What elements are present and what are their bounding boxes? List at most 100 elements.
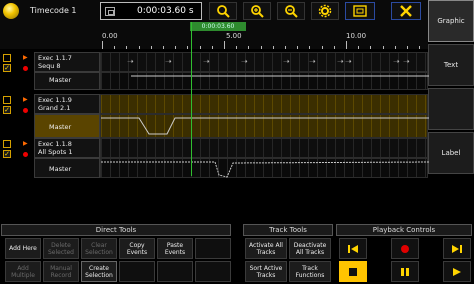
pause-button[interactable] <box>391 261 419 282</box>
playback-controls-title: Playback Controls <box>336 224 472 236</box>
track2-master-label: Master <box>34 114 100 138</box>
pause-icon <box>401 267 409 276</box>
direct-tools-title: Direct Tools <box>1 224 231 236</box>
cue-marker[interactable]: ➝ <box>337 57 344 66</box>
track-functions-button[interactable]: Track Functions <box>289 261 331 282</box>
ruler-tick <box>224 41 225 49</box>
track3-select-toggle[interactable] <box>3 140 11 148</box>
track1-select-toggle[interactable] <box>3 54 11 62</box>
create-selection-button[interactable]: Create Selection <box>81 261 117 282</box>
ruler-tick <box>297 46 299 49</box>
tab-empty[interactable] <box>428 88 474 130</box>
paste-events-button[interactable]: Paste Events <box>157 238 193 259</box>
ruler-tick <box>346 41 347 49</box>
track1-checkbox[interactable]: ✓ <box>3 64 11 72</box>
tab-text[interactable]: Text <box>428 44 474 86</box>
track3-master-curve <box>101 161 429 178</box>
deactivate-all-tracks-button[interactable]: Deactivate All Tracks <box>289 238 331 259</box>
track2-name[interactable]: Exec 1.1.9 Grand 2.1 <box>34 94 100 114</box>
timecode-display[interactable]: 0:00:03.60 s <box>100 2 202 20</box>
delete-selected-button[interactable]: Delete Selected <box>43 238 79 259</box>
manual-record-button[interactable]: Manual Record <box>43 261 79 282</box>
timecode-window-icon <box>105 7 115 16</box>
zoom-in-button[interactable] <box>243 2 271 20</box>
tab-graphic[interactable]: Graphic <box>428 0 474 42</box>
tab-label[interactable]: Label <box>428 132 474 174</box>
add-multiple-button[interactable]: Add Multiple <box>5 261 41 282</box>
ruler-tick <box>236 46 238 49</box>
ruler-tick <box>248 46 250 49</box>
activate-all-tracks-button[interactable]: Activate All Tracks <box>245 238 287 259</box>
track3-name[interactable]: Exec 1.1.8 All Spots 1 <box>34 138 100 158</box>
ruler-tick <box>102 41 103 49</box>
ruler-tick <box>272 46 274 49</box>
track1-name[interactable]: Exec 1.1.7 Sequ 8 <box>34 52 100 72</box>
cue-marker[interactable]: ➝ <box>241 57 248 66</box>
ruler-tick <box>163 46 164 49</box>
sort-active-tracks-button[interactable]: Sort Active Tracks <box>245 261 287 282</box>
direct-tools-empty-slot <box>195 238 231 259</box>
track1-master-lane[interactable] <box>100 72 429 90</box>
skip-forward-button[interactable] <box>443 238 471 259</box>
track1-play-icon[interactable]: ▶ <box>23 54 28 61</box>
ruler-tick <box>358 46 360 49</box>
settings-button[interactable] <box>311 2 339 20</box>
skip-back-button[interactable] <box>339 238 367 259</box>
status-orb-icon[interactable] <box>3 3 19 19</box>
track1-record-icon[interactable] <box>23 66 28 71</box>
cue-marker[interactable]: ➝ <box>345 57 352 66</box>
cue-marker[interactable]: ➝ <box>403 57 410 66</box>
track3-record-icon[interactable] <box>23 152 28 157</box>
record-icon <box>401 244 409 253</box>
track3-checkbox[interactable]: ✓ <box>3 150 11 158</box>
ruler-tick <box>175 46 177 49</box>
ruler-tick <box>419 46 421 49</box>
track3-master-lane[interactable] <box>100 158 429 178</box>
cue-marker[interactable]: ➝ <box>203 57 210 66</box>
record-button[interactable] <box>391 238 419 259</box>
zoom-fit-button[interactable] <box>209 2 237 20</box>
track3-lane[interactable] <box>100 138 428 158</box>
cue-marker[interactable]: ➝ <box>165 57 172 66</box>
cue-marker[interactable]: ➝ <box>393 57 400 66</box>
track2-lane[interactable] <box>100 94 428 114</box>
ruler-tick <box>199 46 201 49</box>
playhead-time-label[interactable]: 0:00:03.60 <box>190 22 246 31</box>
track2-master-curve <box>101 117 429 135</box>
window-button[interactable] <box>345 2 375 20</box>
ruler-label-0: 0.00 <box>102 32 118 40</box>
ruler-tick <box>321 46 323 49</box>
ruler-tick <box>407 46 408 49</box>
copy-events-button[interactable]: Copy Events <box>119 238 155 259</box>
cue-marker[interactable]: ➝ <box>283 57 290 66</box>
track2-checkbox[interactable]: ✓ <box>3 106 11 114</box>
ruler-tick <box>370 46 372 49</box>
track2-select-toggle[interactable] <box>3 96 11 104</box>
ruler-tick <box>309 46 311 49</box>
ruler-label-5: 5.00 <box>226 32 242 40</box>
play-button[interactable] <box>443 261 471 282</box>
cue-marker[interactable]: ➝ <box>127 57 134 66</box>
right-panel-spacer <box>428 176 474 224</box>
track2-master-lane[interactable] <box>100 114 429 138</box>
stop-button[interactable] <box>339 261 367 282</box>
clear-selection-button[interactable]: Clear Selection <box>81 238 117 259</box>
close-button[interactable] <box>391 2 421 20</box>
ruler-tick <box>260 46 262 49</box>
track1-lane[interactable]: ➝ ➝ ➝ ➝ ➝ ➝ ➝ ➝ ➝ ➝ <box>100 52 428 72</box>
ruler-tick <box>187 46 189 49</box>
close-icon <box>400 5 412 17</box>
track2-sequence: Grand 2.1 <box>38 104 71 112</box>
ruler-tick <box>138 46 140 49</box>
ruler-tick <box>126 46 128 49</box>
track2-play-icon[interactable]: ▶ <box>23 96 28 103</box>
cue-marker[interactable]: ➝ <box>309 57 316 66</box>
track3-play-icon[interactable]: ▶ <box>23 140 28 147</box>
timecode-title: Timecode 1 <box>30 6 77 15</box>
zoom-out-button[interactable] <box>277 2 305 20</box>
add-here-button[interactable]: Add Here <box>5 238 41 259</box>
settings-icon <box>318 4 332 18</box>
ruler-label-10: 10.00 <box>346 32 367 40</box>
zoom-fit-icon <box>217 5 230 18</box>
track2-record-icon[interactable] <box>23 108 28 113</box>
